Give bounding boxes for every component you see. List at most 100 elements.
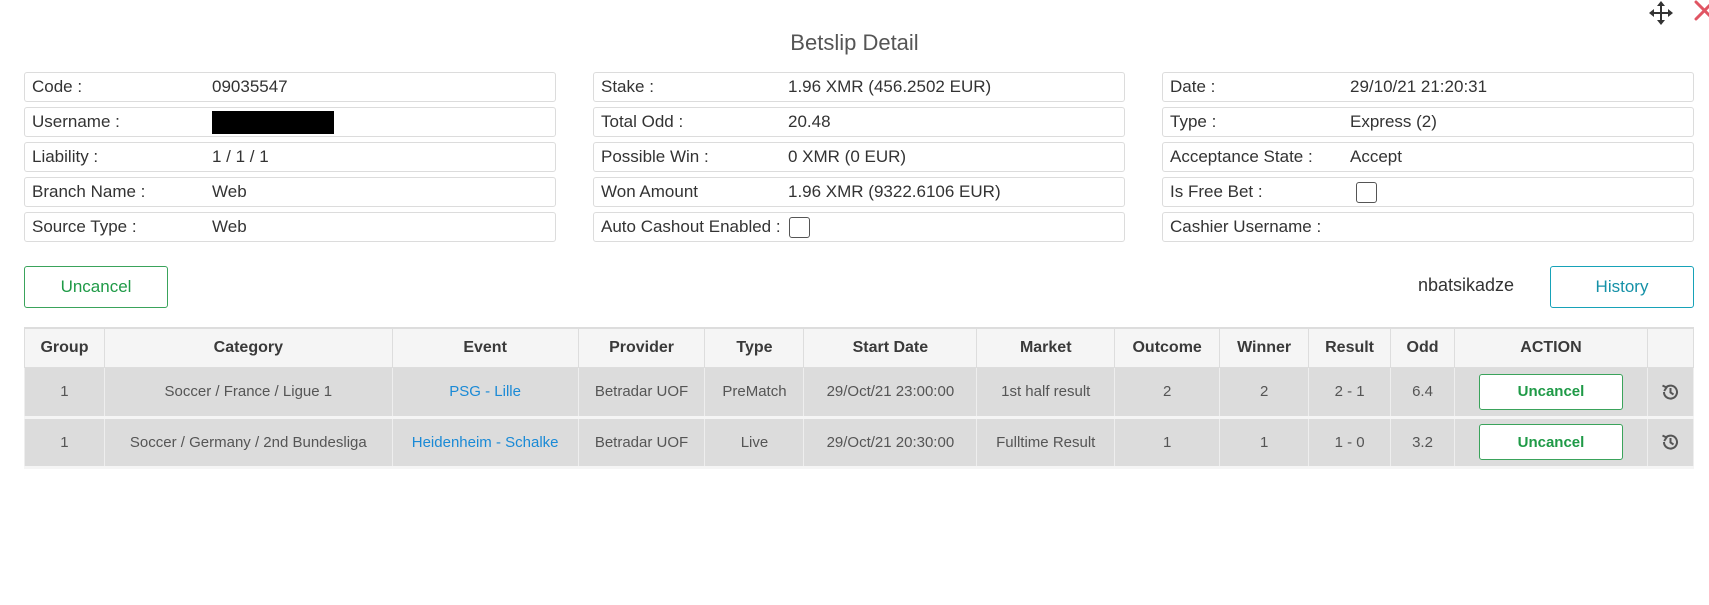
info-label: Acceptance State : (1170, 147, 1313, 166)
liability-value: 1 / 1 / 1 (212, 147, 269, 166)
history-icon[interactable] (1660, 382, 1680, 402)
odd-cell: 3.2 (1390, 417, 1455, 469)
provider-cell: Betradar UOF (577, 367, 706, 419)
event-link[interactable]: Heidenheim - Schalke (391, 417, 579, 469)
group-cell: 1 (24, 417, 105, 469)
info-label: Possible Win : (601, 147, 709, 166)
market-cell: 1st half result (976, 367, 1116, 419)
column-header[interactable]: Odd (1390, 327, 1455, 368)
type-cell: Live (704, 417, 805, 469)
history-icon[interactable] (1660, 432, 1680, 452)
info-row-branch: Branch Name : Web (24, 177, 556, 207)
category-cell: Soccer / Germany / 2nd Bundesliga (103, 417, 393, 469)
action-cell: Uncancel (1454, 417, 1648, 469)
info-row-free-bet: Is Free Bet : (1162, 177, 1694, 207)
info-row-source-type: Source Type : Web (24, 212, 556, 242)
table-row: 1 Soccer / Germany / 2nd Bundesliga Heid… (24, 417, 1695, 469)
column-header[interactable]: Provider (577, 327, 706, 368)
category-cell: Soccer / France / Ligue 1 (103, 367, 393, 419)
info-row-won-amount: Won Amount 1.96 XMR (9322.6106 EUR) (593, 177, 1125, 207)
info-row-username: Username : (24, 107, 556, 137)
info-row-code: Code : 09035547 (24, 72, 556, 102)
info-label: Type : (1170, 112, 1217, 131)
type-cell: PreMatch (704, 367, 805, 419)
info-row-possible-win: Possible Win : 0 XMR (0 EUR) (593, 142, 1125, 172)
redacted-block (212, 110, 334, 134)
info-row-cashier: Cashier Username : (1162, 212, 1694, 242)
operator-username: nbatsikadze (1418, 275, 1515, 295)
info-row-type: Type : Express (2) (1162, 107, 1694, 137)
table-row: 1 Soccer / France / Ligue 1 PSG - Lille … (24, 367, 1695, 419)
column-header[interactable]: Winner (1219, 327, 1310, 368)
outcome-cell: 2 (1114, 367, 1221, 419)
column-header[interactable]: Result (1308, 327, 1392, 368)
info-label: Won Amount (601, 182, 699, 201)
info-row-acceptance: Acceptance State : Accept (1162, 142, 1694, 172)
start-date-cell: 29/Oct/21 20:30:00 (803, 417, 978, 469)
branch-value: Web (212, 182, 247, 201)
code-value: 09035547 (212, 77, 288, 96)
stake-value: 1.96 XMR (456.2502 EUR) (788, 77, 992, 96)
possible-win-value: 0 XMR (0 EUR) (788, 147, 907, 166)
won-amount-value: 1.96 XMR (9322.6106 EUR) (788, 182, 1001, 201)
uncancel-button[interactable]: Uncancel (24, 266, 168, 308)
source-type-value: Web (212, 217, 247, 236)
info-label: Branch Name : (32, 182, 146, 201)
row-uncancel-button[interactable]: Uncancel (1478, 424, 1623, 460)
info-label: Cashier Username : (1170, 217, 1322, 236)
info-column-middle: Stake : 1.96 XMR (456.2502 EUR) Total Od… (593, 72, 1125, 247)
info-label: Auto Cashout Enabled : (601, 217, 781, 236)
info-label: Liability : (32, 147, 99, 166)
action-cell: Uncancel (1454, 367, 1648, 419)
result-cell: 2 - 1 (1308, 367, 1392, 419)
column-header[interactable]: Category (103, 327, 393, 368)
column-header: ACTION (1454, 327, 1648, 368)
acceptance-state-value: Accept (1350, 147, 1402, 166)
info-row-stake: Stake : 1.96 XMR (456.2502 EUR) (593, 72, 1125, 102)
info-label: Code : (32, 77, 83, 96)
result-cell: 1 - 0 (1308, 417, 1392, 469)
column-header (1646, 327, 1695, 368)
info-column-right: Date : 29/10/21 21:20:31 Type : Express … (1162, 72, 1694, 247)
odd-cell: 6.4 (1390, 367, 1455, 419)
table-header-row: Group Category Event Provider Type Start… (24, 327, 1695, 368)
info-column-left: Code : 09035547 Username : Liability : 1… (24, 72, 556, 247)
market-cell: Fulltime Result (976, 417, 1116, 469)
info-row-date: Date : 29/10/21 21:20:31 (1162, 72, 1694, 102)
info-row-total-odd: Total Odd : 20.48 (593, 107, 1125, 137)
column-header[interactable]: Outcome (1114, 327, 1221, 368)
info-label: Date : (1170, 77, 1216, 96)
free-bet-value (1350, 181, 1693, 203)
username-value (212, 110, 555, 134)
close-icon[interactable] (1693, 0, 1709, 22)
history-button[interactable]: History (1550, 266, 1694, 308)
provider-cell: Betradar UOF (577, 417, 706, 469)
winner-cell: 2 (1219, 367, 1310, 419)
column-header[interactable]: Event (391, 327, 579, 368)
group-cell: 1 (24, 367, 105, 419)
info-label: Is Free Bet : (1170, 182, 1263, 201)
total-odd-value: 20.48 (788, 112, 831, 131)
event-link[interactable]: PSG - Lille (391, 367, 579, 419)
history-icon-cell (1646, 417, 1695, 469)
row-uncancel-button[interactable]: Uncancel (1478, 373, 1623, 410)
move-arrows-icon[interactable] (1648, 0, 1674, 26)
free-bet-checkbox[interactable] (1356, 181, 1377, 203)
page-title: Betslip Detail (790, 30, 919, 55)
info-label: Total Odd : (601, 112, 684, 131)
date-value: 29/10/21 21:20:31 (1350, 77, 1488, 96)
column-header[interactable]: Start Date (803, 327, 978, 368)
column-header[interactable]: Type (704, 327, 805, 368)
start-date-cell: 29/Oct/21 23:00:00 (803, 367, 978, 419)
column-header[interactable]: Market (976, 327, 1116, 368)
outcome-cell: 1 (1114, 417, 1221, 469)
bets-table: Group Category Event Provider Type Start… (24, 327, 1695, 469)
info-row-auto-cashout: Auto Cashout Enabled : (593, 212, 1125, 242)
auto-cashout-checkbox[interactable] (788, 216, 810, 238)
column-header[interactable]: Group (24, 327, 105, 368)
info-label: Username : (32, 112, 120, 131)
winner-cell: 1 (1219, 417, 1310, 469)
history-icon-cell (1646, 367, 1695, 419)
type-value: Express (2) (1350, 112, 1437, 131)
info-label: Stake : (601, 77, 654, 96)
